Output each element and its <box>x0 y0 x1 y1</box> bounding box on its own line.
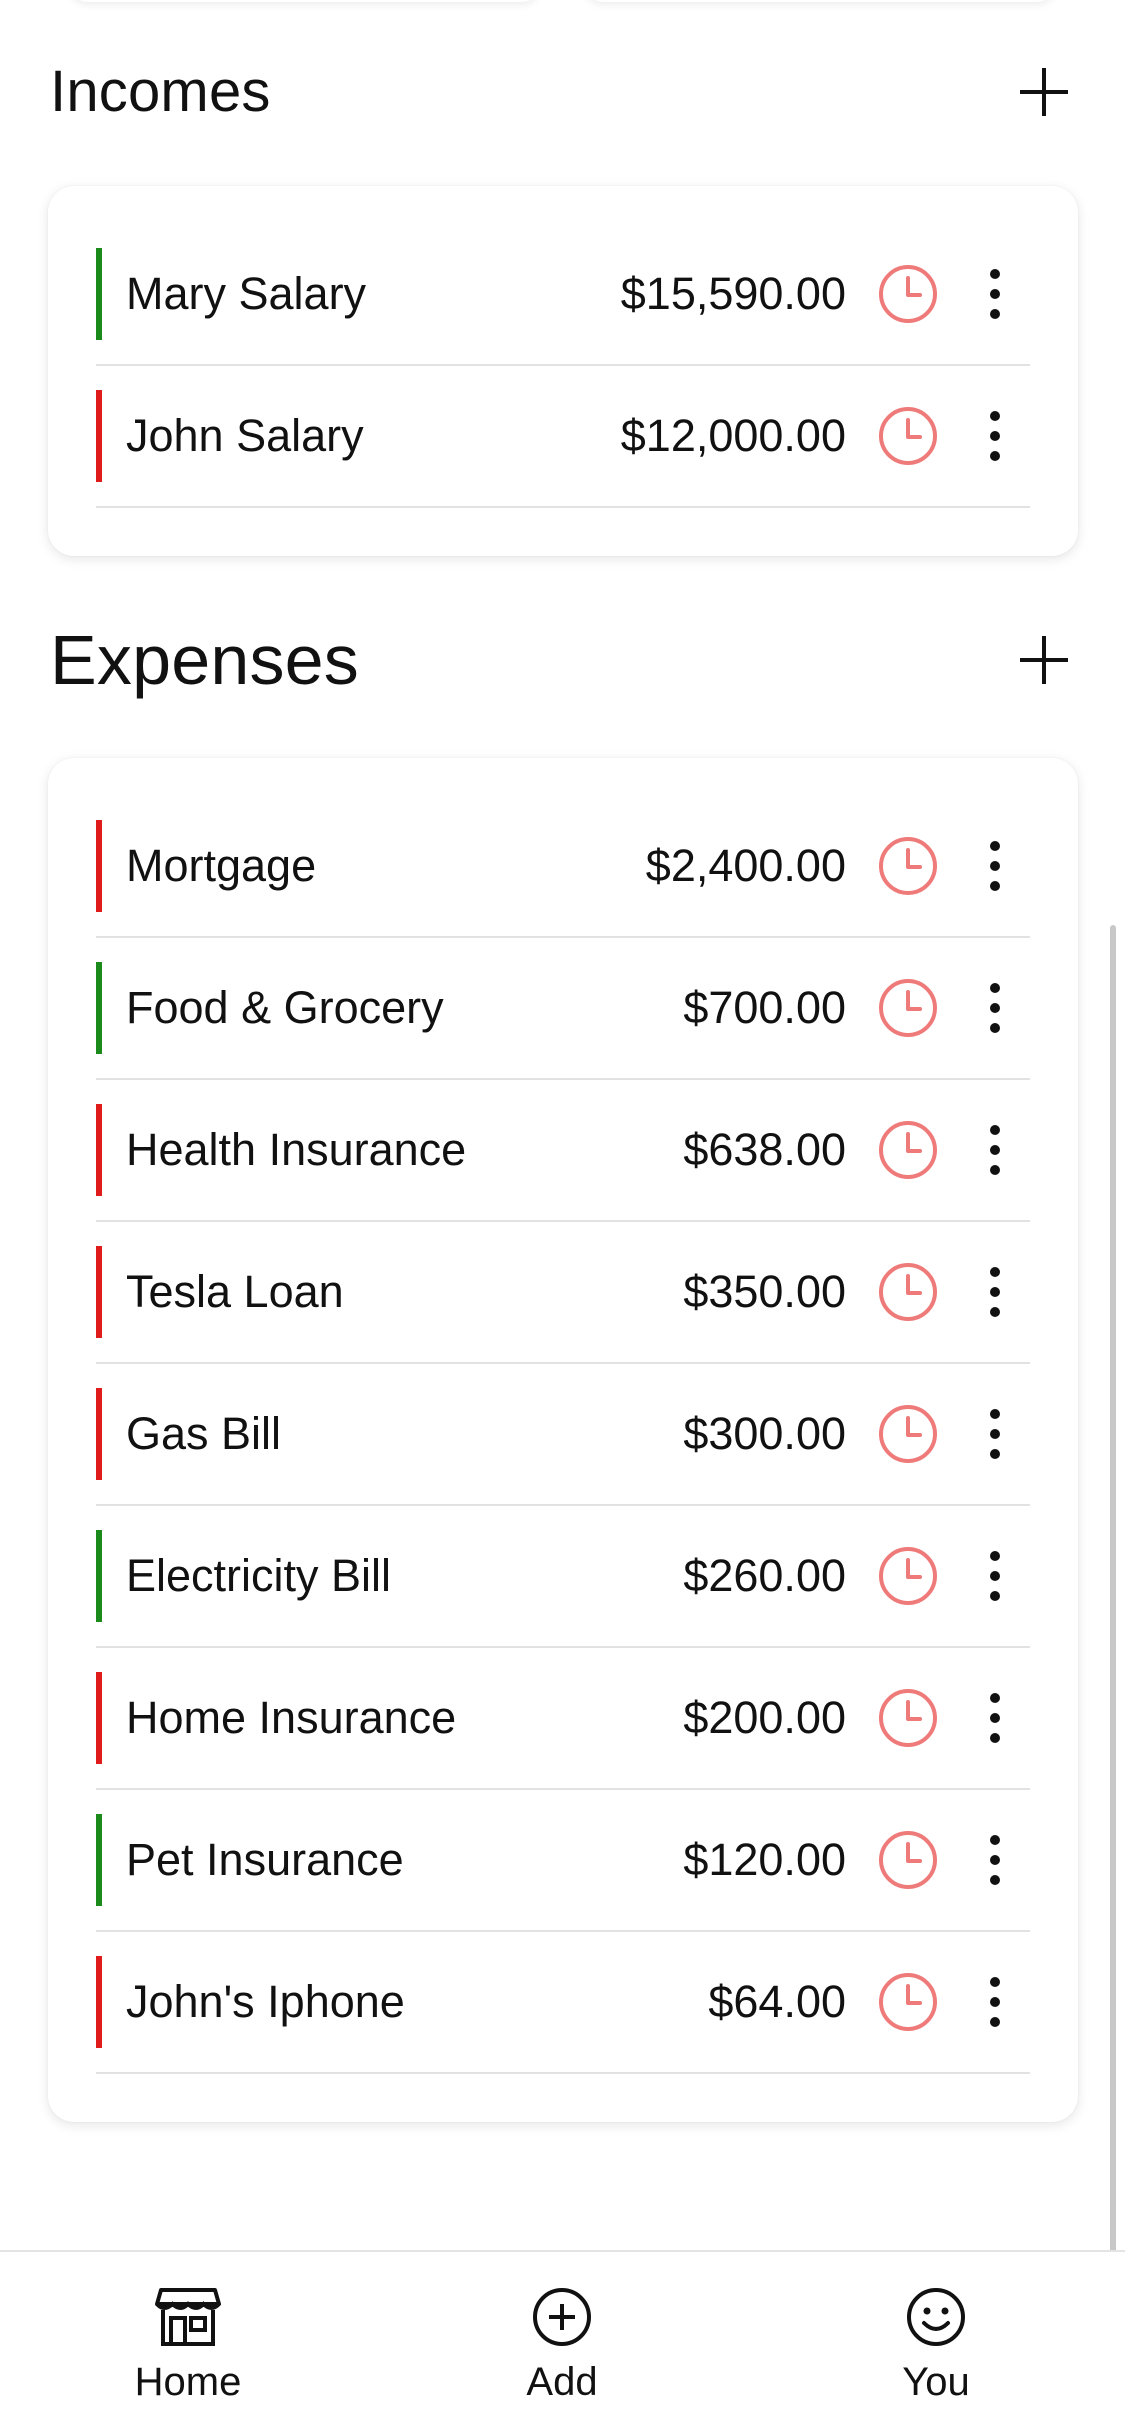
expense-row[interactable]: Food & Grocery $700.00 <box>96 938 1030 1080</box>
item-name: John Salary <box>126 410 364 461</box>
item-amount: $12,000.00 <box>620 410 846 461</box>
nav-add[interactable]: Add <box>462 2286 662 2405</box>
expense-row[interactable]: Gas Bill $300.00 <box>96 1364 1030 1506</box>
item-name: Electricity Bill <box>126 1550 392 1601</box>
item-amount: $260.00 <box>683 1550 846 1601</box>
nav-add-label: Add <box>526 2360 598 2404</box>
item-amount: $638.00 <box>683 1124 846 1175</box>
status-bar <box>96 390 102 482</box>
expense-row[interactable]: Electricity Bill $260.00 <box>96 1506 1030 1648</box>
clock-icon[interactable] <box>876 1828 940 1892</box>
smiley-icon <box>907 2288 965 2346</box>
item-name: Pet Insurance <box>126 1834 404 1885</box>
status-bar <box>96 1388 102 1480</box>
status-bar <box>96 1530 102 1622</box>
item-name: Food & Grocery <box>126 982 444 1033</box>
clock-icon[interactable] <box>876 1544 940 1608</box>
kebab-menu-icon[interactable] <box>980 1828 1010 1892</box>
expense-row[interactable]: Mortgage $2,400.00 <box>96 796 1030 938</box>
item-amount: $350.00 <box>683 1266 846 1317</box>
kebab-menu-icon[interactable] <box>980 262 1010 326</box>
item-name: Health Insurance <box>126 1124 467 1175</box>
incomes-list: Mary Salary $15,590.00 John Salary $12,000.… <box>96 224 1030 508</box>
clock-icon[interactable] <box>876 1686 940 1750</box>
bottom-nav: Home Add You <box>0 2250 1125 2436</box>
status-bar <box>96 1246 102 1338</box>
incomes-header: Incomes <box>50 58 1075 125</box>
status-bar <box>96 1104 102 1196</box>
status-bar <box>96 820 102 912</box>
item-name: Mary Salary <box>126 268 367 319</box>
kebab-menu-icon[interactable] <box>980 404 1010 468</box>
plus-icon <box>1020 636 1068 684</box>
item-amount: $300.00 <box>683 1408 846 1459</box>
item-name: John's Iphone <box>126 1976 405 2027</box>
expense-row[interactable]: Pet Insurance $120.00 <box>96 1790 1030 1932</box>
kebab-menu-icon[interactable] <box>980 1118 1010 1182</box>
kebab-menu-icon[interactable] <box>980 1260 1010 1324</box>
incomes-card: Mary Salary $15,590.00 John Salary $12,000.… <box>48 186 1078 556</box>
clock-icon[interactable] <box>876 1402 940 1466</box>
scrollbar[interactable] <box>1110 925 1116 2255</box>
item-name: Mortgage <box>126 840 317 891</box>
expenses-header: Expenses <box>50 620 1075 700</box>
clock-icon[interactable] <box>876 976 940 1040</box>
expenses-list: Mortgage $2,400.00 Food & Grocery $700.00 He… <box>96 796 1030 2074</box>
summary-card-left <box>70 0 540 2</box>
expense-row[interactable]: John's Iphone $64.00 <box>96 1932 1030 2074</box>
status-bar <box>96 1814 102 1906</box>
income-row[interactable]: John Salary $12,000.00 <box>96 366 1030 508</box>
clock-icon[interactable] <box>876 1970 940 2034</box>
expenses-card: Mortgage $2,400.00 Food & Grocery $700.00 He… <box>48 758 1078 2122</box>
kebab-menu-icon[interactable] <box>980 1686 1010 1750</box>
nav-you-label: You <box>902 2360 970 2404</box>
item-amount: $2,400.00 <box>645 840 846 891</box>
kebab-menu-icon[interactable] <box>980 834 1010 898</box>
plus-circle-icon <box>533 2288 591 2346</box>
status-bar <box>96 962 102 1054</box>
clock-icon[interactable] <box>876 404 940 468</box>
status-bar <box>96 248 102 340</box>
item-name: Gas Bill <box>126 1408 282 1459</box>
item-amount: $120.00 <box>683 1834 846 1885</box>
kebab-menu-icon[interactable] <box>980 1544 1010 1608</box>
app-screen: Incomes Mary Salary $15,590.00 John Salary… <box>0 0 1125 2436</box>
store-icon <box>155 2288 221 2346</box>
status-bar <box>96 1672 102 1764</box>
incomes-title: Incomes <box>50 59 271 124</box>
expense-row[interactable]: Tesla Loan $350.00 <box>96 1222 1030 1364</box>
add-income-button[interactable] <box>1013 61 1075 123</box>
clock-icon[interactable] <box>876 834 940 898</box>
item-name: Tesla Loan <box>126 1266 344 1317</box>
summary-card-right <box>585 0 1055 2</box>
item-amount: $200.00 <box>683 1692 846 1743</box>
nav-home-label: Home <box>134 2360 242 2404</box>
expenses-title: Expenses <box>50 621 360 699</box>
nav-home[interactable]: Home <box>88 2286 288 2405</box>
income-row[interactable]: Mary Salary $15,590.00 <box>96 224 1030 366</box>
kebab-menu-icon[interactable] <box>980 1402 1010 1466</box>
clock-icon[interactable] <box>876 262 940 326</box>
nav-you[interactable]: You <box>836 2286 1036 2405</box>
expense-row[interactable]: Health Insurance $638.00 <box>96 1080 1030 1222</box>
item-amount: $64.00 <box>708 1976 846 2027</box>
plus-icon <box>1020 67 1068 116</box>
status-bar <box>96 1956 102 2048</box>
kebab-menu-icon[interactable] <box>980 1970 1010 2034</box>
item-name: Home Insurance <box>126 1692 457 1743</box>
clock-icon[interactable] <box>876 1260 940 1324</box>
item-amount: $700.00 <box>683 982 846 1033</box>
expense-row[interactable]: Home Insurance $200.00 <box>96 1648 1030 1790</box>
add-expense-button[interactable] <box>1013 629 1075 691</box>
item-amount: $15,590.00 <box>620 268 846 319</box>
kebab-menu-icon[interactable] <box>980 976 1010 1040</box>
clock-icon[interactable] <box>876 1118 940 1182</box>
